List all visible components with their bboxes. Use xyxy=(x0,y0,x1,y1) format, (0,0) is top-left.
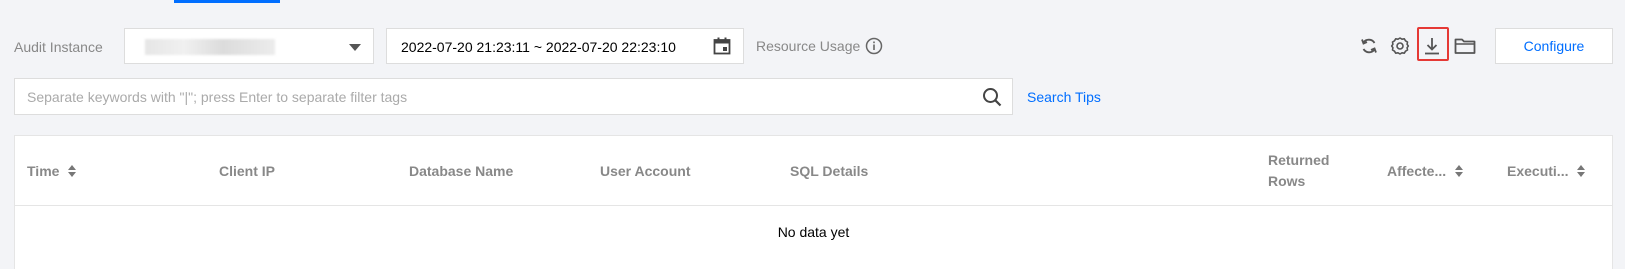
caret-down-icon xyxy=(349,44,361,51)
column-header-database-name: Database Name xyxy=(409,162,514,179)
sort-icon[interactable] xyxy=(67,164,77,178)
table-header: Time Client IP Database Name User Accoun… xyxy=(15,136,1612,206)
column-header-execution-time[interactable]: Executi... xyxy=(1507,136,1586,206)
active-tab-indicator xyxy=(174,0,280,3)
toolbar: Audit Instance 2022-07-20 21:23:11 ~ 202… xyxy=(0,27,1625,66)
refresh-icon[interactable] xyxy=(1359,36,1379,56)
audit-instance-select[interactable] xyxy=(124,28,374,64)
column-header-affected-rows[interactable]: Affecte... xyxy=(1387,136,1464,206)
search-row: Search Tips xyxy=(0,78,1625,116)
folder-icon[interactable] xyxy=(1454,36,1476,56)
calendar-icon xyxy=(713,37,731,55)
search-box xyxy=(14,78,1013,115)
time-range-picker[interactable]: 2022-07-20 21:23:11 ~ 2022-07-20 22:23:1… xyxy=(386,28,744,64)
column-header-user-account: User Account xyxy=(600,162,691,179)
audit-instance-label: Audit Instance xyxy=(14,39,103,55)
instance-value-redacted xyxy=(145,39,275,55)
sort-icon[interactable] xyxy=(1576,164,1586,178)
audit-log-table: Time Client IP Database Name User Accoun… xyxy=(14,135,1613,269)
info-icon[interactable] xyxy=(865,37,883,55)
column-header-client-ip: Client IP xyxy=(219,162,276,179)
configure-button[interactable]: Configure xyxy=(1495,28,1613,64)
search-icon[interactable] xyxy=(982,87,1002,107)
column-header-sql-details: SQL Details xyxy=(790,162,869,179)
gear-icon[interactable] xyxy=(1390,36,1410,56)
empty-state-text: No data yet xyxy=(777,224,850,240)
column-header-time[interactable]: Time xyxy=(27,136,77,206)
resource-usage-label: Resource Usage xyxy=(756,38,861,54)
search-tips-link[interactable]: Search Tips xyxy=(1027,89,1101,105)
search-input[interactable] xyxy=(15,79,965,114)
sort-icon[interactable] xyxy=(1454,164,1464,178)
download-icon[interactable] xyxy=(1422,36,1442,56)
column-header-returned-rows: Returned Rows xyxy=(1268,152,1330,189)
time-range-value: 2022-07-20 21:23:11 ~ 2022-07-20 22:23:1… xyxy=(401,39,676,55)
